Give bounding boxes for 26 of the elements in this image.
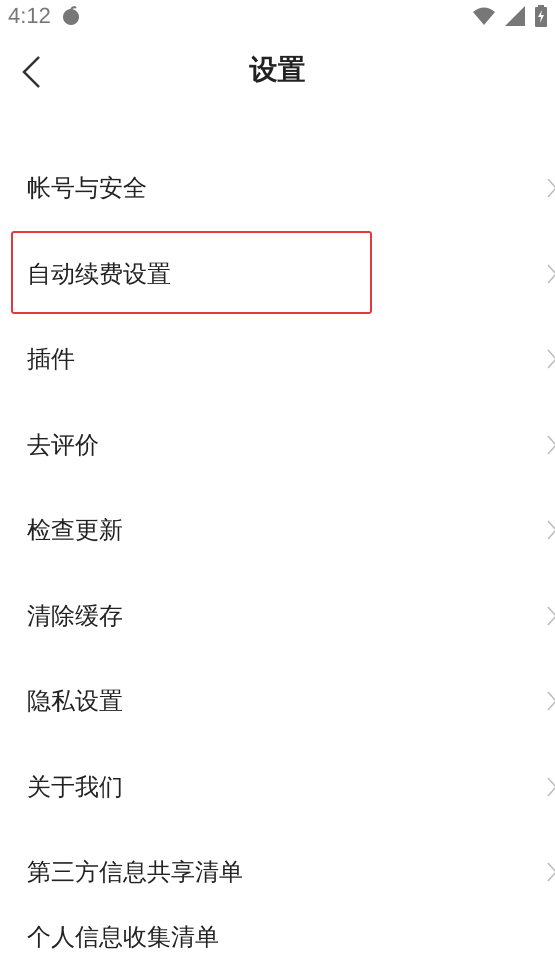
signal-icon [505, 6, 525, 26]
chevron-icon [547, 520, 555, 540]
settings-item[interactable]: 插件 [27, 343, 75, 376]
settings-item[interactable]: 检查更新 [27, 514, 123, 546]
settings-item[interactable]: 第三方信息共享清单 [27, 856, 243, 888]
chevron-icon [547, 434, 555, 455]
chevron-icon [547, 606, 555, 626]
back-chevron-icon [21, 55, 41, 90]
wifi-icon [473, 7, 495, 26]
battery-icon [535, 5, 547, 28]
app-notification-icon [60, 6, 81, 26]
status-time: 4:12 [8, 3, 51, 30]
chevron-icon [547, 776, 555, 797]
settings-item[interactable]: 帐号与安全 [27, 172, 147, 204]
settings-item[interactable]: 隐私设置 [27, 685, 123, 718]
chevron-icon [547, 691, 555, 712]
settings-item[interactable]: 自动续费设置 [27, 258, 171, 290]
settings-item[interactable]: 清除缓存 [27, 600, 123, 632]
chevron-icon [547, 178, 555, 198]
settings-item[interactable]: 关于我们 [27, 770, 123, 803]
chevron-icon [547, 349, 555, 370]
page-title: 设置 [250, 52, 306, 88]
settings-item[interactable]: 个人信息收集清单 [27, 921, 219, 953]
chevron-icon [547, 862, 555, 882]
settings-item[interactable]: 去评价 [27, 428, 99, 461]
chevron-icon [547, 264, 555, 284]
